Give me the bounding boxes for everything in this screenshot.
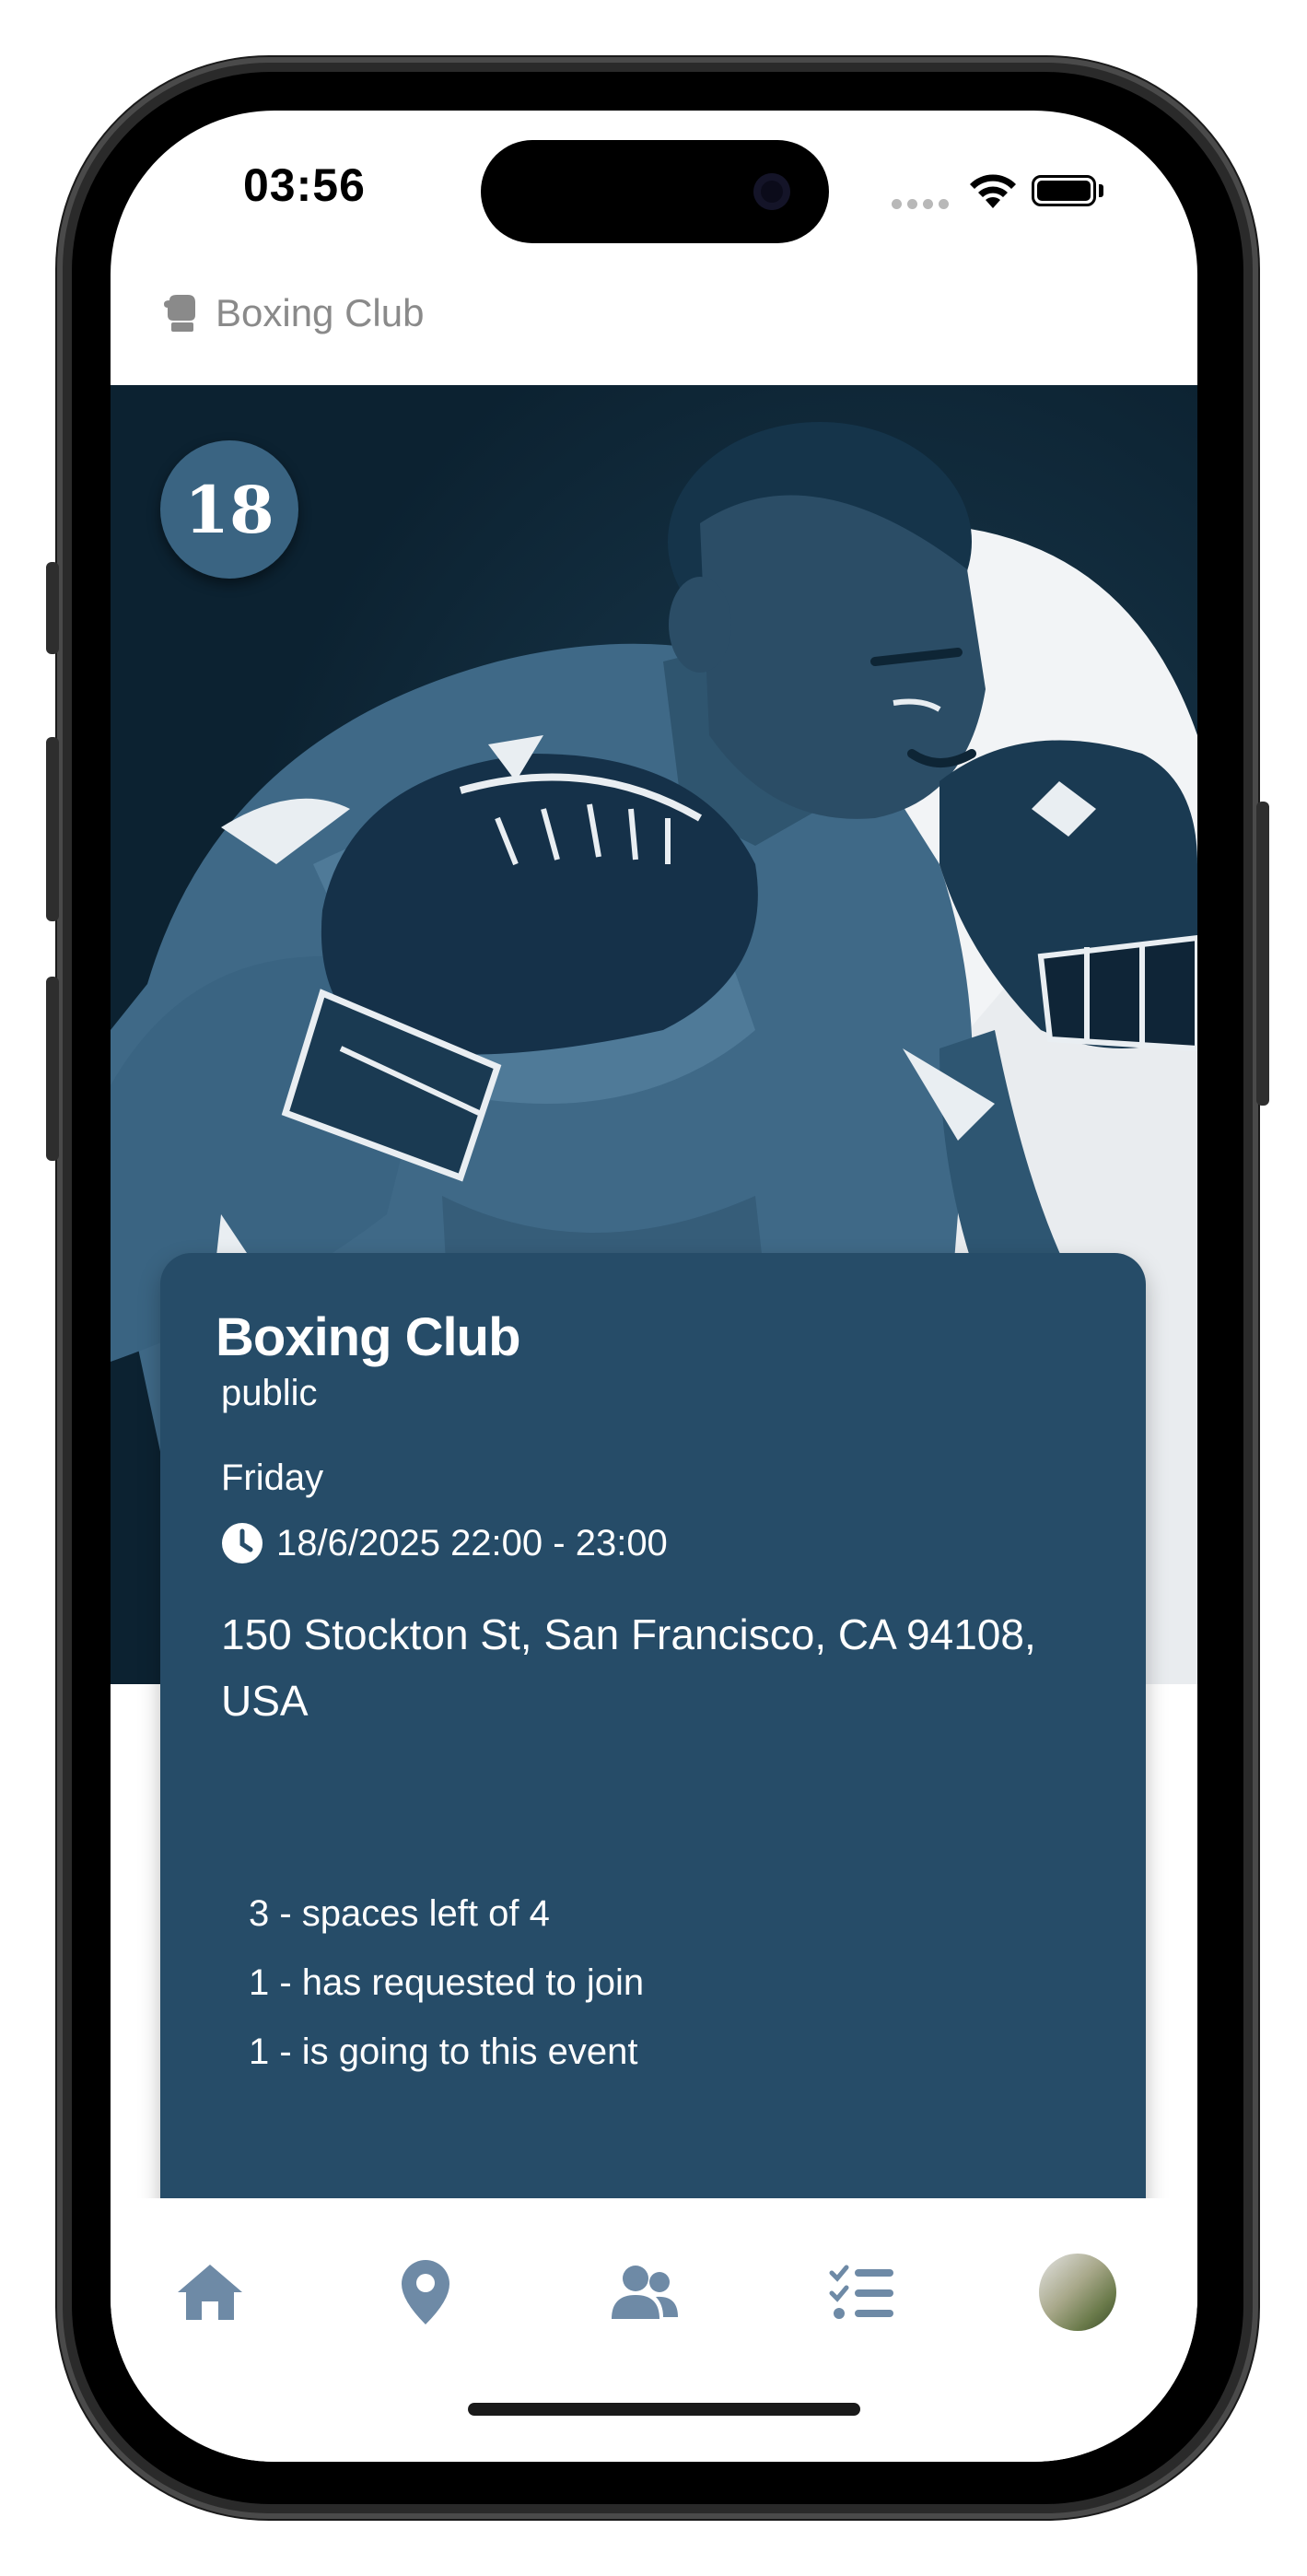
camera-icon: [753, 173, 790, 210]
club-header[interactable]: Boxing Club: [164, 291, 424, 335]
spaces-left: 3 - spaces left of 4: [249, 1893, 550, 1934]
bottom-nav: [111, 2198, 1197, 2462]
power-button: [1256, 802, 1269, 1106]
event-title: Boxing Club: [216, 1307, 521, 1367]
requested-count: 1 - has requested to join: [249, 1962, 645, 2003]
map-pin-icon: [402, 2260, 449, 2324]
event-datetime: 18/6/2025 22:00 - 23:00: [276, 1522, 668, 1563]
nav-people[interactable]: [599, 2246, 691, 2338]
boxing-glove-icon: [164, 295, 195, 332]
wifi-icon: [970, 174, 1016, 208]
day-badge: 18: [160, 440, 298, 579]
event-card[interactable]: Boxing Club public Friday 18/6/2025 22:0…: [160, 1253, 1146, 2346]
going-count: 1 - is going to this event: [249, 2032, 638, 2072]
event-address[interactable]: 150 Stockton St, San Francisco, CA 94108…: [221, 1601, 1105, 1734]
home-indicator[interactable]: [468, 2403, 860, 2416]
nav-home[interactable]: [164, 2246, 256, 2338]
home-icon: [178, 2265, 242, 2320]
avatar: [1039, 2254, 1116, 2331]
battery-icon: [1032, 175, 1096, 206]
screen: 03:56 Boxing Club 18 Boxing Club public …: [111, 111, 1197, 2462]
nav-location[interactable]: [379, 2246, 472, 2338]
club-header-name: Boxing Club: [216, 291, 425, 334]
event-visibility: public: [221, 1373, 318, 1413]
action-button: [46, 562, 59, 654]
cellular-signal-icon: [892, 199, 949, 209]
event-stats: 3 - spaces left of 4 1 - has requested t…: [249, 1879, 644, 2087]
volume-up-button: [46, 737, 59, 921]
nav-tasks[interactable]: [816, 2246, 908, 2338]
nav-profile[interactable]: [1032, 2246, 1124, 2338]
clock-icon: [222, 1523, 263, 1563]
event-time-row: 18/6/2025 22:00 - 23:00: [221, 1522, 668, 1564]
battery-cap: [1099, 184, 1103, 197]
dynamic-island: [481, 140, 829, 243]
people-icon: [612, 2266, 678, 2319]
status-time: 03:56: [243, 159, 366, 211]
volume-down-button: [46, 977, 59, 1161]
event-weekday: Friday: [221, 1458, 324, 1498]
checklist-icon: [829, 2265, 893, 2319]
